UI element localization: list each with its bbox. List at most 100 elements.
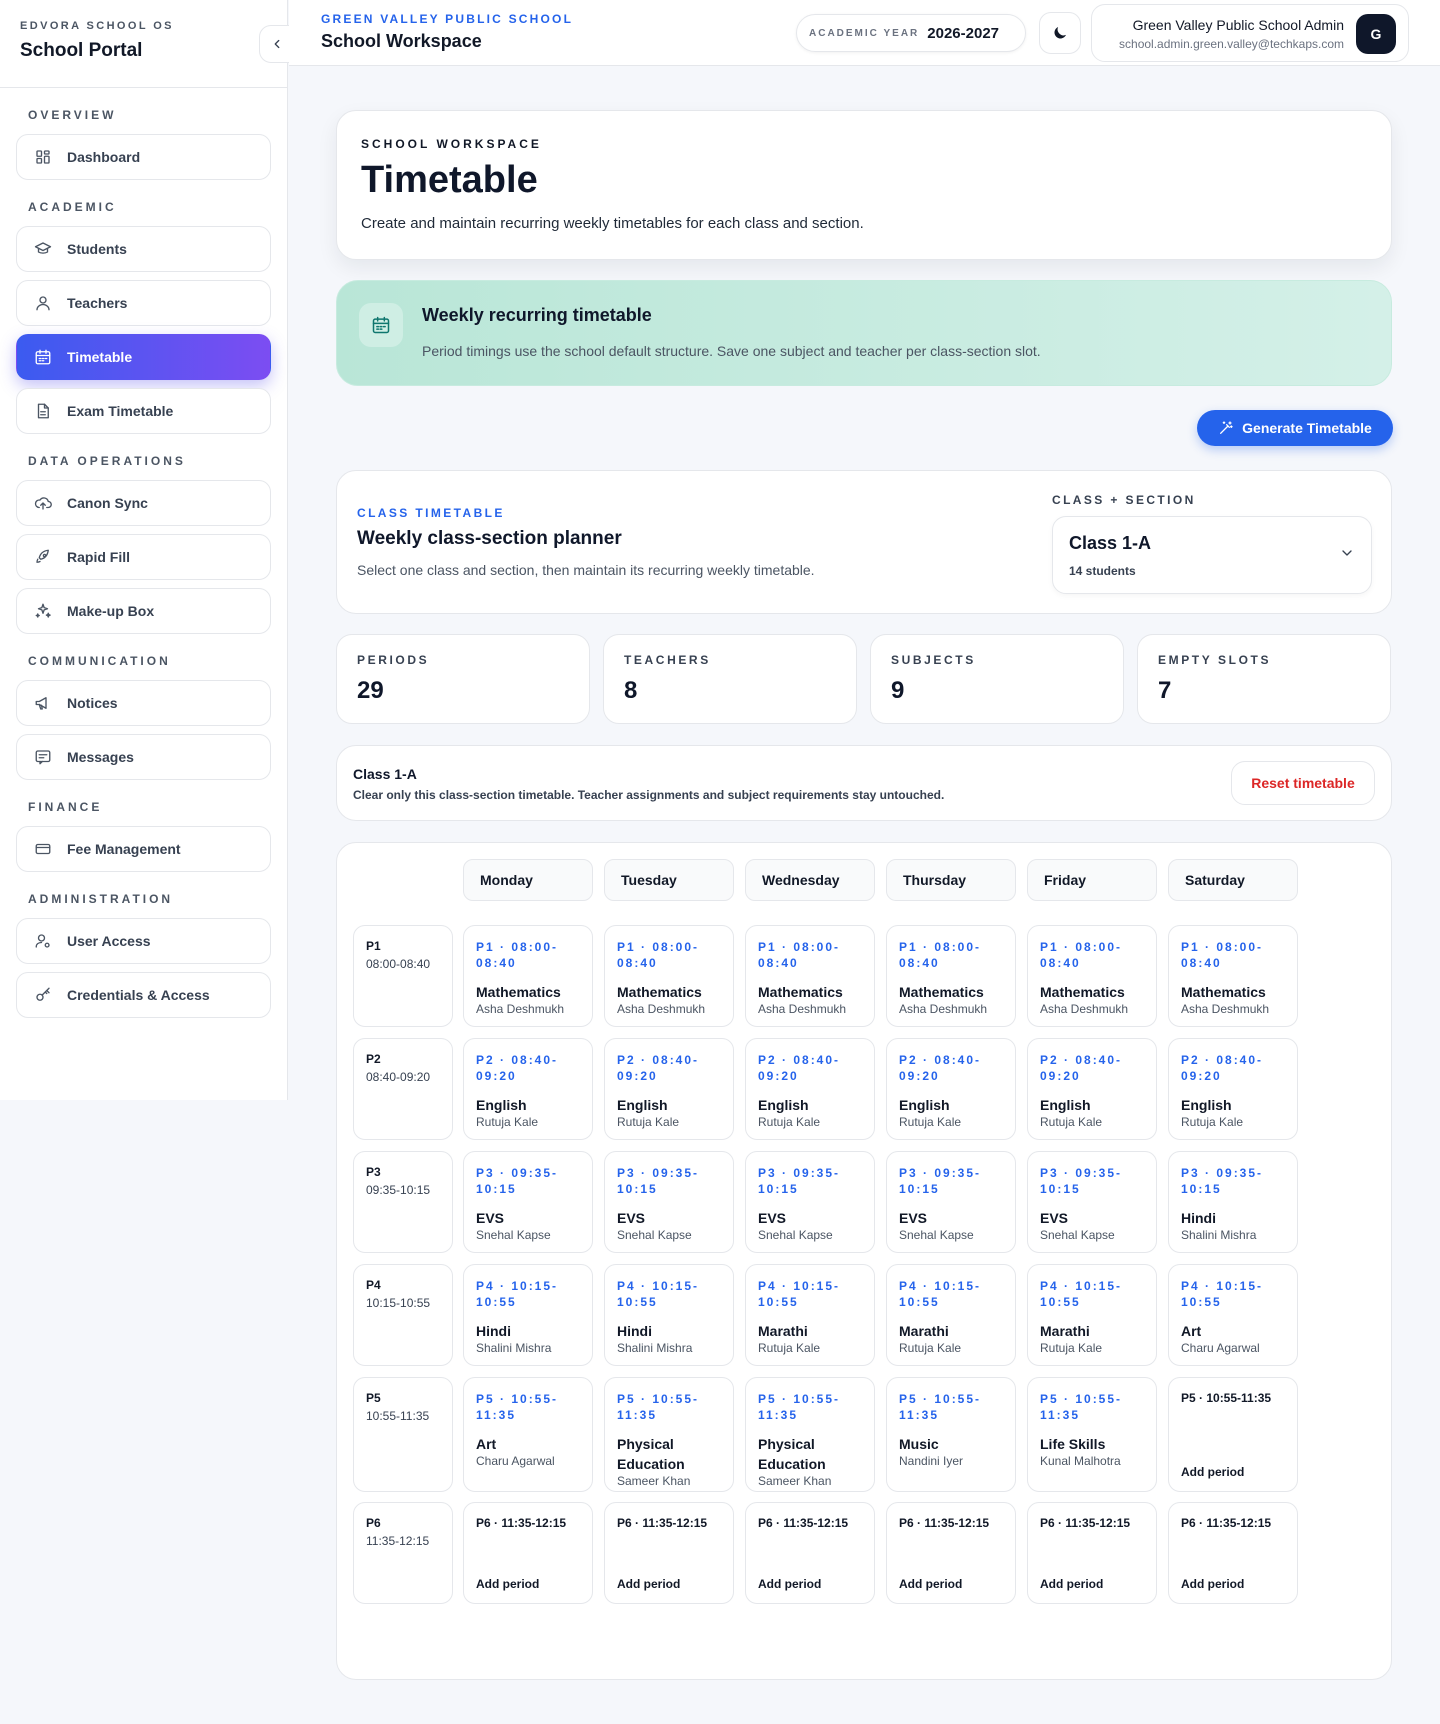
timetable-slot[interactable]: P2 · 08:40-09:20 English Rutuja Kale [1027, 1038, 1157, 1140]
sidebar-item-notices[interactable]: Notices [16, 680, 271, 726]
timetable-slot[interactable]: P5 · 10:55-11:35 Art Charu Agarwal [463, 1377, 593, 1492]
class-section-select[interactable]: Class 1-A 14 students [1052, 516, 1372, 594]
timetable-slot[interactable]: P3 · 09:35-10:15 EVS Snehal Kapse [463, 1151, 593, 1253]
timetable-slot[interactable]: P1 · 08:00-08:40 Mathematics Asha Deshmu… [604, 925, 734, 1027]
slot-teacher: Kunal Malhotra [1040, 1454, 1121, 1468]
add-period-button[interactable]: Add period [1181, 1577, 1244, 1591]
theme-toggle-button[interactable] [1039, 12, 1081, 54]
slot-teacher: Shalini Mishra [476, 1341, 552, 1355]
period-row-header: P2 08:40-09:20 [353, 1038, 453, 1140]
timetable-slot[interactable]: P2 · 08:40-09:20 English Rutuja Kale [463, 1038, 593, 1140]
day-header: Monday [463, 859, 593, 901]
timetable-slot[interactable]: P5 · 10:55-11:35 Music Nandini Iyer [886, 1377, 1016, 1492]
sidebar-item-make-up-box[interactable]: Make-up Box [16, 588, 271, 634]
timetable-slot[interactable]: P4 · 10:15-10:55 Marathi Rutuja Kale [1027, 1264, 1157, 1366]
slot-period-time: P5 · 10:55-11:35 [758, 1392, 841, 1422]
timetable-slot[interactable]: P1 · 08:00-08:40 Mathematics Asha Deshmu… [1168, 925, 1298, 1027]
timetable-slot[interactable]: P2 · 08:40-09:20 English Rutuja Kale [886, 1038, 1016, 1140]
sidebar-item-credentials-access[interactable]: Credentials & Access [16, 972, 271, 1018]
timetable-slot[interactable]: P5 · 10:55-11:35 Physical Education Same… [745, 1377, 875, 1492]
timetable-slot[interactable]: P5 · 10:55-11:35 Life Skills Kunal Malho… [1027, 1377, 1157, 1492]
reset-timetable-button[interactable]: Reset timetable [1231, 761, 1375, 805]
sidebar-item-teachers[interactable]: Teachers [16, 280, 271, 326]
period-time: 10:55-11:35 [366, 1409, 430, 1423]
timetable-slot[interactable]: P1 · 08:00-08:40 Mathematics Asha Deshmu… [886, 925, 1016, 1027]
add-period-button[interactable]: Add period [758, 1577, 821, 1591]
sidebar: EDVORA SCHOOL OS School Portal OVERVIEW … [0, 0, 295, 1100]
calendar-icon [359, 303, 403, 347]
sidebar-item-fee-management[interactable]: Fee Management [16, 826, 271, 872]
empty-slot[interactable]: P5 · 10:55-11:35 Add period [1168, 1377, 1298, 1492]
period-row-header: P3 09:35-10:15 [353, 1151, 453, 1253]
add-period-button[interactable]: Add period [899, 1577, 962, 1591]
timetable-slot[interactable]: P3 · 09:35-10:15 EVS Snehal Kapse [1027, 1151, 1157, 1253]
period-code: P4 [366, 1278, 381, 1292]
sidebar-item-rapid-fill[interactable]: Rapid Fill [16, 534, 271, 580]
add-period-button[interactable]: Add period [617, 1577, 680, 1591]
sidebar-item-dashboard[interactable]: Dashboard [16, 134, 271, 180]
sidebar-item-label: Messages [67, 749, 134, 765]
timetable-slot[interactable]: P1 · 08:00-08:40 Mathematics Asha Deshmu… [463, 925, 593, 1027]
timetable-slot[interactable]: P3 · 09:35-10:15 EVS Snehal Kapse [604, 1151, 734, 1253]
timetable-slot[interactable]: P1 · 08:00-08:40 Mathematics Asha Deshmu… [745, 925, 875, 1027]
add-period-button[interactable]: Add period [476, 1577, 539, 1591]
graduation-cap-icon [33, 239, 53, 259]
slot-teacher: Rutuja Kale [617, 1115, 680, 1129]
avatar[interactable]: G [1356, 14, 1396, 54]
slot-period-time: P6 · 11:35-12:15 [1040, 1516, 1131, 1530]
period-time: 11:35-12:15 [366, 1534, 430, 1548]
dashboard-icon [33, 147, 53, 167]
generate-timetable-button[interactable]: Generate Timetable [1197, 410, 1393, 446]
timetable-slot[interactable]: P2 · 08:40-09:20 English Rutuja Kale [604, 1038, 734, 1140]
empty-slot[interactable]: P6 · 11:35-12:15 Add period [1027, 1502, 1157, 1604]
timetable-slot[interactable]: P2 · 08:40-09:20 English Rutuja Kale [1168, 1038, 1298, 1140]
academic-year-selector[interactable]: ACADEMIC YEAR 2026-2027 [796, 14, 1026, 52]
timetable-slot[interactable]: P3 · 09:35-10:15 Hindi Shalini Mishra [1168, 1151, 1298, 1253]
empty-slot[interactable]: P6 · 11:35-12:15 Add period [886, 1502, 1016, 1604]
user-gear-icon [33, 931, 53, 951]
day-header: Friday [1027, 859, 1157, 901]
slot-subject: EVS [758, 1210, 787, 1226]
rocket-icon [33, 547, 53, 567]
timetable-slot[interactable]: P4 · 10:15-10:55 Marathi Rutuja Kale [886, 1264, 1016, 1366]
page-description: Create and maintain recurring weekly tim… [361, 215, 864, 232]
brand-title: School Portal [20, 40, 143, 61]
empty-slot[interactable]: P6 · 11:35-12:15 Add period [1168, 1502, 1298, 1604]
chevron-down-icon [1339, 545, 1355, 566]
class-section-value: Class 1-A [1069, 533, 1152, 553]
timetable-slot[interactable]: P4 · 10:15-10:55 Marathi Rutuja Kale [745, 1264, 875, 1366]
sidebar-item-user-access[interactable]: User Access [16, 918, 271, 964]
slot-teacher: Asha Deshmukh [1181, 1002, 1270, 1016]
timetable-slot[interactable]: P3 · 09:35-10:15 EVS Snehal Kapse [745, 1151, 875, 1253]
timetable-slot[interactable]: P1 · 08:00-08:40 Mathematics Asha Deshmu… [1027, 925, 1157, 1027]
timetable-slot[interactable]: P2 · 08:40-09:20 English Rutuja Kale [745, 1038, 875, 1140]
slot-teacher: Asha Deshmukh [617, 1002, 706, 1016]
timetable-slot[interactable]: P4 · 10:15-10:55 Hindi Shalini Mishra [604, 1264, 734, 1366]
credit-card-icon [33, 839, 53, 859]
slot-subject: EVS [1040, 1210, 1069, 1226]
slot-period-time: P1 · 08:00-08:40 [758, 940, 841, 970]
slot-subject: Mathematics [899, 984, 984, 1000]
timetable-slot[interactable]: P5 · 10:55-11:35 Physical Education Same… [604, 1377, 734, 1492]
sidebar-item-canon-sync[interactable]: Canon Sync [16, 480, 271, 526]
sidebar-item-exam-timetable[interactable]: Exam Timetable [16, 388, 271, 434]
empty-slot[interactable]: P6 · 11:35-12:15 Add period [604, 1502, 734, 1604]
sidebar-item-timetable[interactable]: Timetable [16, 334, 271, 380]
user-menu[interactable]: Green Valley Public School Admin school.… [1091, 4, 1409, 62]
add-period-button[interactable]: Add period [1181, 1465, 1244, 1479]
sidebar-item-messages[interactable]: Messages [16, 734, 271, 780]
slot-subject: English [617, 1097, 668, 1113]
timetable-slot[interactable]: P3 · 09:35-10:15 EVS Snehal Kapse [886, 1151, 1016, 1253]
slot-period-time: P2 · 08:40-09:20 [899, 1053, 982, 1083]
timetable-slot[interactable]: P4 · 10:15-10:55 Hindi Shalini Mishra [463, 1264, 593, 1366]
nav-section-title: OVERVIEW [28, 108, 117, 122]
reset-description: Clear only this class-section timetable.… [353, 788, 945, 802]
empty-slot[interactable]: P6 · 11:35-12:15 Add period [745, 1502, 875, 1604]
timetable-grid: Monday Tuesday Wednesday Thursday Friday Satu… [353, 859, 1377, 1665]
sidebar-item-students[interactable]: Students [16, 226, 271, 272]
empty-slot[interactable]: P6 · 11:35-12:15 Add period [463, 1502, 593, 1604]
slot-subject: Marathi [758, 1323, 808, 1339]
slot-teacher: Shalini Mishra [1181, 1228, 1257, 1242]
add-period-button[interactable]: Add period [1040, 1577, 1103, 1591]
timetable-slot[interactable]: P4 · 10:15-10:55 Art Charu Agarwal [1168, 1264, 1298, 1366]
